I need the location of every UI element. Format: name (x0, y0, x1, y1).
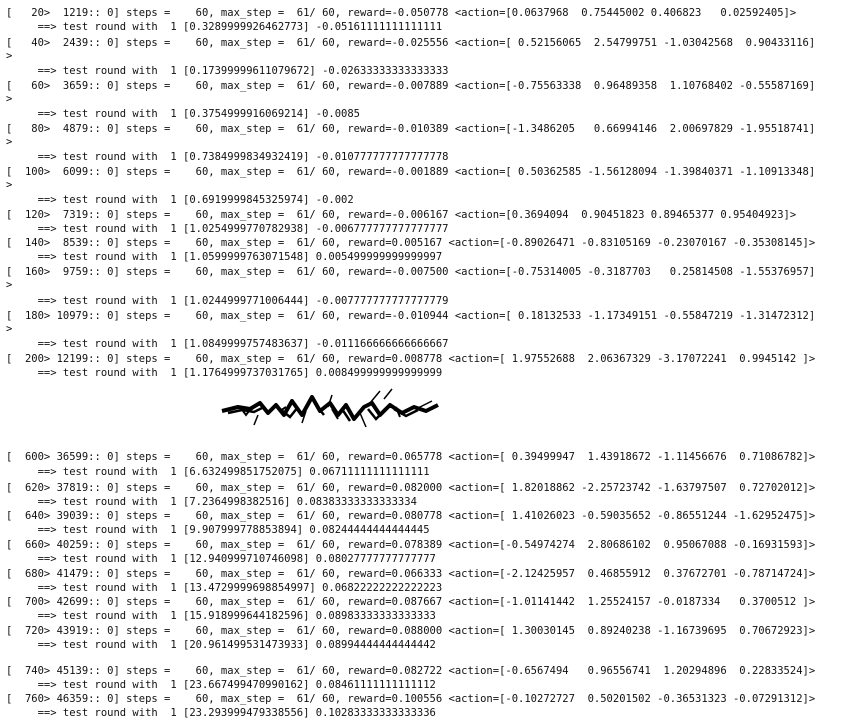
log-line: [ 600> 36599:: 0] steps = 60, max_step =… (6, 451, 816, 463)
log-line: [ 40> 2439:: 0] steps = 60, max_step = 6… (6, 37, 816, 49)
log-line: [ 620> 37819:: 0] steps = 60, max_step =… (6, 482, 816, 494)
log-line: ==> test round with 1 [1.024499977100644… (6, 295, 449, 307)
log-line: [ 680> 41479:: 0] steps = 60, max_step =… (6, 568, 816, 580)
log-line: ==> test round with 1 [0.173999996110796… (6, 65, 449, 77)
log-line: > (6, 50, 13, 62)
log-line: ==> test round with 1 [12.94099971074609… (6, 553, 436, 565)
log-line: ==> test round with 1 [23.29399947933855… (6, 707, 436, 719)
log-line: ==> test round with 1 [23.66749947099016… (6, 679, 436, 691)
log-line: [ 200> 12199:: 0] steps = 60, max_step =… (6, 353, 816, 365)
log-line: ==> test round with 1 [1.176499973703176… (6, 367, 443, 379)
log-line: ==> test round with 1 [0.738499983493241… (6, 151, 449, 163)
log-line: [ 180> 10979:: 0] steps = 60, max_step =… (6, 310, 816, 322)
log-line: [ 100> 6099:: 0] steps = 60, max_step = … (6, 166, 816, 178)
log-line: [ 160> 9759:: 0] steps = 60, max_step = … (6, 266, 816, 278)
log-line: [ 80> 4879:: 0] steps = 60, max_step = 6… (6, 123, 816, 135)
log-line: [ 700> 42699:: 0] steps = 60, max_step =… (6, 596, 816, 608)
log-line: ==> test round with 1 [13.47299996988549… (6, 582, 443, 594)
log-line: ==> test round with 1 [20.96149953147393… (6, 639, 436, 651)
terminal-output: [ 20> 1219:: 0] steps = 60, max_step = 6… (0, 0, 858, 727)
log-line: ==> test round with 1 [9.907999778853894… (6, 524, 430, 536)
log-line: [ 640> 39039:: 0] steps = 60, max_step =… (6, 510, 816, 522)
log-line: > (6, 279, 13, 291)
log-line: [ 20> 1219:: 0] steps = 60, max_step = 6… (6, 7, 797, 19)
log-line: > (6, 136, 13, 148)
log-line: [ 720> 43919:: 0] steps = 60, max_step =… (6, 625, 816, 637)
log-line: [ 140> 8539:: 0] steps = 60, max_step = … (6, 237, 816, 249)
log-line: > (6, 323, 13, 335)
log-line: [ 660> 40259:: 0] steps = 60, max_step =… (6, 539, 816, 551)
log-line: [ 760> 46359:: 0] steps = 60, max_step =… (6, 693, 816, 705)
log-line: ==> test round with 1 [1.084999975748363… (6, 338, 449, 350)
log-line: ==> test round with 1 [6.632499851752075… (6, 466, 430, 478)
log-line: ==> test round with 1 [0.691999984532597… (6, 194, 354, 206)
log-line: ==> test round with 1 [7.2364998382516] … (6, 496, 417, 508)
log-line: ==> test round with 1 [1.025499977078293… (6, 223, 449, 235)
log-line: > (6, 93, 13, 105)
log-line: > (6, 179, 13, 191)
log-line: [ 60> 3659:: 0] steps = 60, max_step = 6… (6, 80, 816, 92)
log-line: ==> test round with 1 [0.375499991606921… (6, 108, 361, 120)
log-line: ==> test round with 1 [15.91899964418259… (6, 610, 436, 622)
log-line: ==> test round with 1 [0.328999992646277… (6, 21, 443, 33)
log-line: ==> test round with 1 [1.059999976307154… (6, 251, 443, 263)
log-line: [ 120> 7319:: 0] steps = 60, max_step = … (6, 209, 797, 221)
log-line: [ 740> 45139:: 0] steps = 60, max_step =… (6, 665, 816, 677)
torn-paper-gap-icon (221, 388, 439, 428)
